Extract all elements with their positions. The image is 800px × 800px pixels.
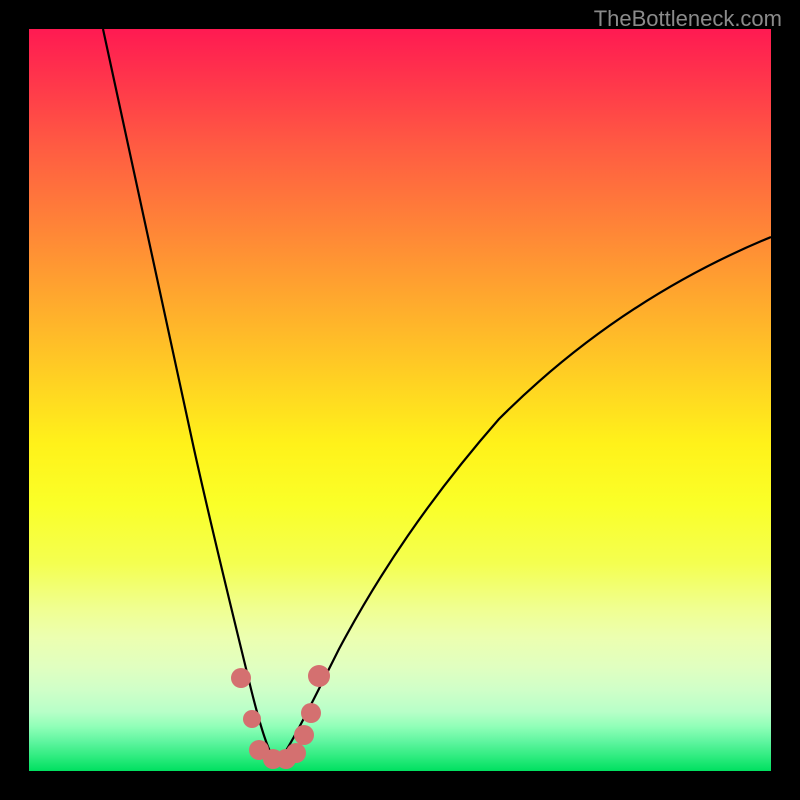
watermark-text: TheBottleneck.com — [594, 6, 782, 32]
curve-layer — [29, 29, 771, 771]
cluster-dot — [231, 668, 251, 688]
cluster-dot — [286, 743, 306, 763]
cluster-dot — [294, 725, 314, 745]
cluster-dot — [243, 710, 261, 728]
bottleneck-dot-cluster — [231, 665, 330, 769]
right-branch-curve — [277, 237, 771, 764]
plot-area — [29, 29, 771, 771]
cluster-dot — [308, 665, 330, 687]
left-branch-curve — [103, 29, 277, 764]
cluster-dot — [301, 703, 321, 723]
